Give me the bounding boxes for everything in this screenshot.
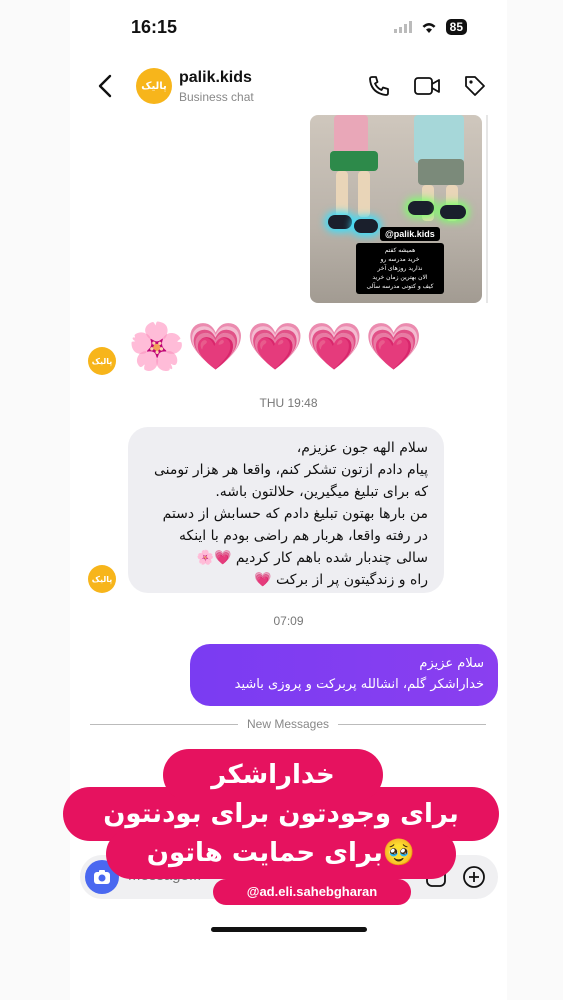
photo-divider [486, 115, 488, 303]
status-bar: 16:15 85 [0, 0, 563, 56]
watermark-handle: @ad.eli.sahebgharan [213, 879, 411, 905]
shared-photo[interactable]: @palik.kids همیشه کفتم خرید مدرسه رو نذا… [310, 115, 482, 303]
avatar-text: پالیک [141, 80, 167, 92]
sender-avatar[interactable]: پالیک [88, 565, 116, 593]
timestamp-1: THU 19:48 [259, 396, 318, 410]
incoming-message-bubble[interactable]: سلام الهه جون عزیزم، پیام دادم ازتون تشک… [128, 427, 444, 593]
chat-subtitle: Business chat [179, 90, 254, 104]
phone-icon[interactable] [367, 74, 391, 98]
new-messages-divider: New Messages [90, 716, 486, 732]
chat-header: پالیک palik.kids Business chat [70, 58, 507, 114]
add-icon[interactable] [462, 865, 486, 889]
emoji-message[interactable]: 🌸💗💗💗💗 [128, 318, 424, 374]
battery-indicator: 85 [445, 19, 467, 35]
cellular-icon [393, 21, 412, 33]
photo-caption: همیشه کفتم خرید مدرسه رو نذارید روزهای آ… [356, 243, 444, 294]
chat-name[interactable]: palik.kids [179, 69, 252, 87]
tag-icon[interactable] [463, 74, 487, 98]
timestamp-2: 07:09 [273, 614, 304, 628]
outgoing-message-bubble[interactable]: سلام عزیزم خداراشکر گلم، انشالله پربرکت … [190, 644, 498, 706]
back-arrow-icon[interactable] [98, 74, 112, 98]
chat-avatar[interactable]: پالیک [136, 68, 172, 104]
status-icons: 85 [393, 19, 467, 35]
camera-icon [94, 870, 110, 884]
home-indicator[interactable] [211, 927, 367, 932]
overlay-caption-line1: خداراشکر [163, 749, 383, 801]
photo-tag: @palik.kids [380, 227, 440, 241]
sender-avatar[interactable]: پالیک [88, 347, 116, 375]
overlay-caption-line3: برای حمایت هاتون🥹 [106, 829, 456, 879]
status-time: 16:15 [131, 17, 178, 37]
wifi-icon [422, 23, 436, 33]
video-call-icon[interactable] [413, 74, 441, 98]
